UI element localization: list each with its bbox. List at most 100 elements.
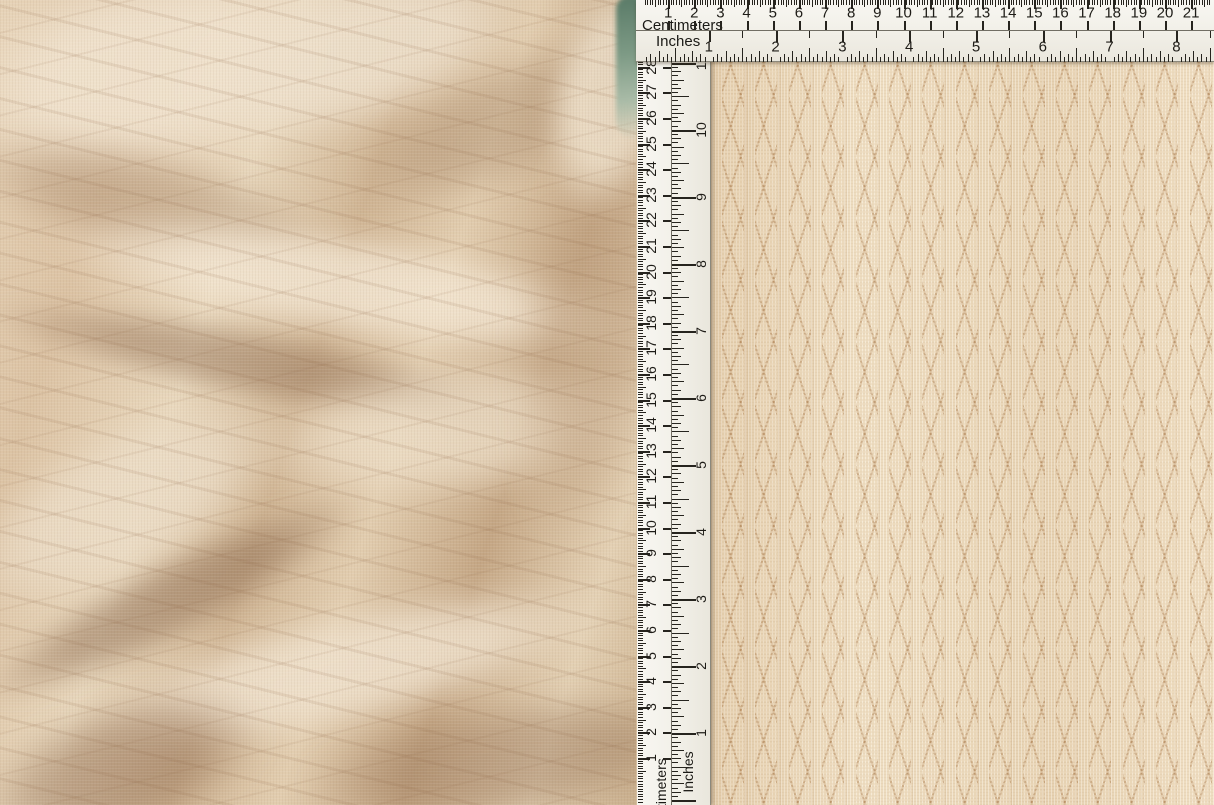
inch-tick bbox=[876, 31, 877, 38]
cm-tick bbox=[728, 0, 729, 5]
inch-subtick bbox=[1060, 51, 1061, 62]
inch-subtick bbox=[1181, 57, 1182, 62]
inch-tick bbox=[672, 109, 678, 110]
cm-tick bbox=[781, 0, 782, 5]
cm-tick bbox=[1034, 21, 1036, 30]
inch-subtick bbox=[1147, 57, 1148, 62]
inch-subtick bbox=[938, 57, 939, 62]
cm-tick bbox=[638, 617, 646, 618]
cm-tick bbox=[638, 771, 646, 772]
cm-tick bbox=[638, 694, 646, 695]
cm-tick bbox=[917, 0, 918, 7]
cm-tick bbox=[890, 0, 891, 7]
inch-tick bbox=[672, 788, 678, 789]
cm-tick bbox=[945, 0, 946, 5]
drape-fold-shadow bbox=[0, 469, 375, 731]
cm-number: 2 bbox=[643, 728, 659, 736]
inch-tick bbox=[672, 695, 678, 696]
inch-subtick bbox=[721, 57, 722, 62]
inch-tick bbox=[672, 716, 684, 717]
inch-subtick bbox=[646, 57, 647, 62]
cm-tick bbox=[1165, 21, 1167, 30]
cm-tick bbox=[1008, 21, 1010, 30]
cm-tick bbox=[638, 592, 646, 593]
inch-number: 2 bbox=[693, 662, 709, 670]
diamond-pattern-column bbox=[822, 62, 844, 805]
inch-subtick bbox=[1047, 57, 1048, 62]
cm-tick bbox=[638, 571, 643, 572]
inch-tick bbox=[672, 628, 678, 629]
cm-number: 21 bbox=[643, 238, 659, 254]
inch-number: 8 bbox=[693, 260, 709, 268]
cm-tick bbox=[638, 558, 643, 559]
inch-tick bbox=[672, 607, 681, 608]
inch-tick bbox=[672, 180, 684, 181]
inch-tick bbox=[672, 519, 678, 520]
inch-subtick bbox=[1164, 57, 1165, 62]
inch-tick bbox=[672, 121, 681, 122]
inch-tick bbox=[672, 293, 678, 294]
inch-tick bbox=[672, 427, 678, 428]
cm-tick bbox=[638, 722, 643, 723]
inch-subtick bbox=[943, 48, 944, 62]
cm-tick bbox=[1149, 0, 1150, 5]
inch-subtick bbox=[1005, 57, 1006, 62]
cm-number: 7 bbox=[643, 600, 659, 608]
inch-tick bbox=[672, 712, 678, 713]
cm-tick bbox=[663, 67, 671, 69]
cm-tick bbox=[830, 0, 831, 5]
cm-number: 17 bbox=[643, 341, 659, 357]
drape-fold-shadow bbox=[0, 653, 285, 805]
cm-tick bbox=[638, 638, 643, 639]
inch-tick bbox=[672, 478, 678, 479]
inch-tick bbox=[672, 75, 678, 76]
inch-tick bbox=[672, 721, 678, 722]
inch-tick bbox=[672, 419, 678, 420]
inch-tick bbox=[672, 88, 681, 89]
inch-tick bbox=[1076, 31, 1077, 38]
cm-tick bbox=[638, 254, 643, 255]
cm-tick bbox=[638, 313, 643, 314]
cm-tick bbox=[638, 712, 643, 713]
cm-number: 9 bbox=[643, 549, 659, 557]
cm-tick bbox=[652, 0, 653, 5]
cm-number: 12 bbox=[947, 5, 964, 22]
cm-tick bbox=[966, 0, 967, 5]
cm-tick bbox=[1113, 21, 1115, 30]
cm-tick bbox=[638, 356, 643, 357]
cm-tick bbox=[914, 0, 915, 5]
cm-tick bbox=[638, 546, 643, 547]
diamond-pattern-column bbox=[1190, 62, 1212, 805]
cm-tick bbox=[1128, 0, 1129, 5]
cm-number: 10 bbox=[643, 520, 659, 536]
inch-subtick bbox=[1156, 57, 1157, 62]
inch-subtick bbox=[867, 54, 868, 62]
cm-tick bbox=[1087, 21, 1089, 30]
cm-number: 20 bbox=[1157, 5, 1174, 22]
cm-tick bbox=[731, 0, 732, 5]
diamond-pattern-column bbox=[1156, 62, 1178, 805]
inch-subtick bbox=[809, 48, 810, 62]
inch-tick bbox=[672, 339, 681, 340]
inch-tick bbox=[672, 582, 684, 583]
inch-tick bbox=[672, 792, 681, 793]
cm-tick bbox=[638, 766, 643, 767]
inch-subtick bbox=[671, 57, 672, 62]
draped-fabric-photo bbox=[0, 0, 636, 805]
inch-subtick bbox=[1030, 57, 1031, 62]
cm-tick bbox=[995, 0, 996, 7]
inch-tick bbox=[672, 243, 678, 244]
cm-tick bbox=[1204, 0, 1205, 7]
cm-number: 6 bbox=[643, 626, 659, 634]
drape-fold-highlight bbox=[35, 182, 636, 388]
inch-subtick bbox=[1206, 57, 1207, 62]
cm-tick bbox=[681, 0, 682, 7]
inch-tick bbox=[672, 557, 681, 558]
cm-tick bbox=[638, 77, 643, 78]
cm-tick bbox=[1050, 0, 1051, 5]
inch-tick bbox=[672, 486, 678, 487]
inch-tick bbox=[672, 566, 689, 567]
inch-tick bbox=[672, 499, 689, 500]
inch-subtick bbox=[730, 57, 731, 62]
inch-subtick bbox=[897, 57, 898, 62]
